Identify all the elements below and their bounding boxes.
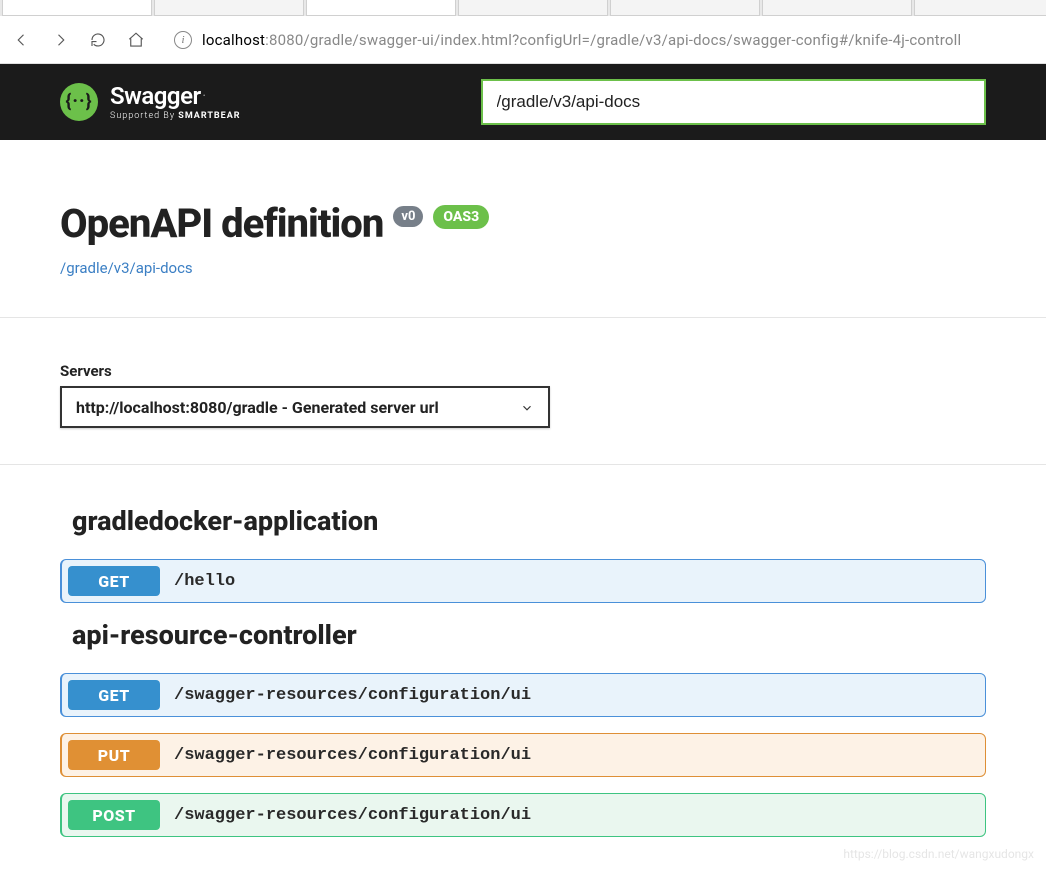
operation-block[interactable]: GET/swagger-resources/configuration/ui bbox=[60, 673, 986, 717]
browser-tab[interactable] bbox=[306, 0, 456, 16]
home-button[interactable] bbox=[126, 30, 146, 50]
page-info-icon[interactable]: i bbox=[174, 31, 192, 49]
browser-tab[interactable] bbox=[2, 0, 152, 16]
url-host: localhost bbox=[202, 31, 265, 49]
swagger-supported-by: Supported By SMARTBEAR bbox=[110, 111, 241, 121]
method-badge: GET bbox=[68, 680, 160, 710]
version-badge: v0 bbox=[393, 206, 423, 227]
spec-url-input[interactable] bbox=[497, 92, 970, 112]
browser-tab-strip bbox=[0, 0, 1046, 16]
method-badge: PUT bbox=[68, 740, 160, 770]
swagger-logo[interactable]: {··} Swagger. Supported By SMARTBEAR bbox=[60, 83, 241, 121]
back-button[interactable] bbox=[12, 30, 32, 50]
api-title: OpenAPI definition bbox=[60, 200, 383, 247]
chevron-down-icon bbox=[520, 400, 534, 414]
operation-block[interactable]: PUT/swagger-resources/configuration/ui bbox=[60, 733, 986, 777]
tag-name[interactable]: api-resource-controller bbox=[60, 619, 986, 651]
method-badge: GET bbox=[68, 566, 160, 596]
watermark: https://blog.csdn.net/wangxudongx bbox=[843, 847, 1034, 861]
operation-block[interactable]: GET/hello bbox=[60, 559, 986, 603]
swagger-brackets-icon: {··} bbox=[60, 83, 98, 121]
browser-tab[interactable] bbox=[762, 0, 912, 16]
method-badge: POST bbox=[68, 800, 160, 830]
servers-selected: http://localhost:8080/gradle - Generated… bbox=[76, 398, 439, 417]
operation-path: /hello bbox=[174, 572, 235, 591]
url-path: :8080/gradle/swagger-ui/index.html?confi… bbox=[265, 31, 961, 49]
operations-section: gradledocker-application GET/hello api-res… bbox=[0, 465, 1046, 883]
url-bar[interactable]: i localhost:8080/gradle/swagger-ui/index… bbox=[164, 31, 1034, 49]
servers-label: Servers bbox=[60, 362, 986, 380]
tag-name[interactable]: gradledocker-application bbox=[60, 505, 986, 537]
swagger-topbar: {··} Swagger. Supported By SMARTBEAR bbox=[0, 64, 1046, 140]
spec-url-input-wrap bbox=[481, 79, 986, 125]
oas-badge: OAS3 bbox=[433, 205, 489, 229]
url-text: localhost:8080/gradle/swagger-ui/index.h… bbox=[202, 31, 961, 49]
operation-path: /swagger-resources/configuration/ui bbox=[174, 686, 531, 705]
api-docs-link[interactable]: /gradle/v3/api-docs bbox=[60, 259, 986, 277]
servers-select[interactable]: http://localhost:8080/gradle - Generated… bbox=[60, 386, 550, 428]
servers-section: Servers http://localhost:8080/gradle - G… bbox=[0, 318, 1046, 465]
refresh-button[interactable] bbox=[88, 30, 108, 50]
swagger-name: Swagger. bbox=[110, 83, 241, 109]
browser-tab[interactable] bbox=[154, 0, 304, 16]
operation-path: /swagger-resources/configuration/ui bbox=[174, 746, 531, 765]
browser-tab[interactable] bbox=[458, 0, 608, 16]
browser-tab[interactable] bbox=[610, 0, 760, 16]
forward-button[interactable] bbox=[50, 30, 70, 50]
api-header: OpenAPI definition v0 OAS3 /gradle/v3/ap… bbox=[0, 140, 1046, 318]
browser-tab[interactable] bbox=[914, 0, 1046, 16]
operation-block[interactable]: POST/swagger-resources/configuration/ui bbox=[60, 793, 986, 837]
browser-toolbar: i localhost:8080/gradle/swagger-ui/index… bbox=[0, 16, 1046, 64]
operation-path: /swagger-resources/configuration/ui bbox=[174, 806, 531, 825]
